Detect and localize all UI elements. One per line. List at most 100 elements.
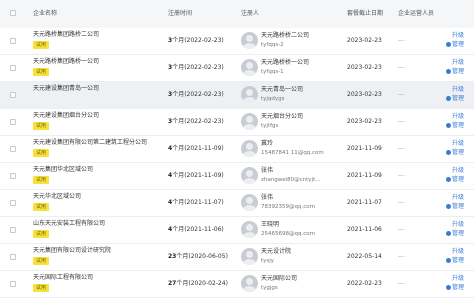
- header-company: 企业名称: [33, 10, 58, 17]
- row-checkbox[interactable]: [10, 92, 16, 98]
- manage-link[interactable]: 管理: [445, 41, 464, 49]
- table-row[interactable]: 天元华北区域公司 试用 4个月(2021-11-07) 张伟 78392359@qq.c…: [0, 190, 474, 217]
- row-checkbox[interactable]: [10, 119, 16, 125]
- trial-badge: 试用: [33, 284, 50, 292]
- table-row[interactable]: 山东天元安装工程有限公司 试用 4个月(2021-11-06) 王晓明 25465698…: [0, 217, 474, 244]
- manage-link[interactable]: 管理: [445, 230, 464, 238]
- table-row[interactable]: 天元路桥集团路桥二公司 试用 3个月(2022-02-23) 天元路桥桥二公司 tyfq…: [0, 28, 474, 55]
- company-name: 山东天元安装工程有限公司: [33, 220, 106, 227]
- row-checkbox[interactable]: [10, 65, 16, 71]
- row-checkbox[interactable]: [10, 173, 16, 179]
- upgrade-link[interactable]: 升级: [452, 113, 464, 121]
- manage-link[interactable]: 管理: [445, 257, 464, 265]
- header-operators: 企业运营人员: [398, 10, 435, 17]
- manage-label: 管理: [451, 230, 464, 237]
- row-checkbox[interactable]: [10, 200, 16, 206]
- avatar-body-shape: [243, 232, 256, 238]
- duration-date: 个月(2022-02-23): [172, 37, 224, 44]
- registrant-account: 15487841 11@qq.com: [261, 150, 324, 156]
- manage-link[interactable]: 管理: [445, 95, 464, 103]
- registration-time: 27个月(2020-02-24): [168, 280, 228, 288]
- avatar: [241, 194, 258, 211]
- manage-link[interactable]: 管理: [445, 122, 464, 130]
- avatar: [241, 86, 258, 103]
- operators-value: ---: [398, 118, 405, 125]
- registrant-name: 王晓明: [261, 221, 280, 228]
- header-expiry: 套餐截止日期: [347, 10, 384, 17]
- upgrade-link[interactable]: 升级: [452, 140, 464, 148]
- settings-icon: [445, 69, 451, 74]
- settings-icon: [445, 150, 451, 155]
- registrant-name: 天元国际公司: [261, 275, 298, 282]
- avatar-body-shape: [243, 259, 256, 265]
- company-name: 天元集团华北区域公司: [33, 166, 94, 173]
- settings-icon: [445, 204, 451, 209]
- company-name: 天元集团有限公司设计研究院: [33, 247, 112, 254]
- registrant-account: 78392359@qq.com: [261, 204, 315, 210]
- upgrade-link[interactable]: 升级: [452, 59, 464, 67]
- table-row[interactable]: 天元集团华北区域公司 试用 4个月(2021-11-09) 张伟 zhangwei80@…: [0, 163, 474, 190]
- registrant-name: 冀玲: [261, 140, 274, 147]
- registrant-account: zhangwei80@cntyjt...: [261, 177, 321, 183]
- upgrade-link[interactable]: 升级: [452, 248, 464, 256]
- operators-value: ---: [398, 91, 405, 98]
- trial-badge: 试用: [33, 257, 50, 265]
- table-row[interactable]: 天元建设集团烟台分公司 试用 3个月(2022-02-23) 天元烟台分公司 tyjtf…: [0, 109, 474, 136]
- table-row[interactable]: 天元集团有限公司设计研究院 试用 23个月(2020-06-05) 天元设计院 tysj…: [0, 244, 474, 271]
- expiry-date: 2021-11-09: [347, 172, 382, 179]
- trial-badge: 试用: [33, 149, 50, 157]
- manage-link[interactable]: 管理: [445, 68, 464, 76]
- trial-badge: 试用: [33, 176, 50, 184]
- upgrade-link[interactable]: 升级: [452, 221, 464, 229]
- company-name: 天元路桥集团路桥一公司: [33, 58, 100, 65]
- manage-link[interactable]: 管理: [445, 176, 464, 184]
- registrant-name: 天元青岛一公司: [261, 86, 304, 93]
- upgrade-link[interactable]: 升级: [452, 275, 464, 283]
- trial-badge: 试用: [33, 122, 50, 130]
- upgrade-link[interactable]: 升级: [452, 167, 464, 175]
- avatar-body-shape: [243, 286, 256, 292]
- row-checkbox[interactable]: [10, 227, 16, 233]
- upgrade-link[interactable]: 升级: [452, 86, 464, 94]
- registrant-account: tygjgs: [261, 285, 278, 291]
- trial-badge: 试用: [33, 68, 50, 76]
- row-checkbox[interactable]: [10, 38, 16, 44]
- upgrade-link[interactable]: 升级: [452, 194, 464, 202]
- operators-value: ---: [398, 253, 405, 260]
- avatar-head-shape: [246, 224, 253, 231]
- table-row[interactable]: 天元建设集团青岛一公司 3个月(2022-02-23) 天元青岛一公司 tyjqdyg…: [0, 82, 474, 109]
- table-row[interactable]: 天元路桥集团路桥一公司 试用 3个月(2022-02-23) 天元路桥桥一公司 tyfq…: [0, 55, 474, 82]
- table-header: 企业名称 注册时间 注册人 套餐截止日期 企业运营人员: [0, 0, 474, 29]
- avatar-body-shape: [243, 43, 256, 49]
- registrant-account: tysjy: [261, 258, 275, 264]
- company-name: 天元华北区域公司: [33, 193, 82, 200]
- row-checkbox[interactable]: [10, 254, 16, 260]
- manage-link[interactable]: 管理: [445, 149, 464, 157]
- upgrade-link[interactable]: 升级: [452, 32, 464, 40]
- manage-label: 管理: [451, 68, 464, 75]
- table-row[interactable]: 天元国际工程有限公司 试用 27个月(2020-02-24) 天元国际公司 tygjgs…: [0, 271, 474, 298]
- manage-label: 管理: [451, 41, 464, 48]
- operators-value: ---: [398, 199, 405, 206]
- header-reg-time: 注册时间: [168, 10, 193, 17]
- manage-link[interactable]: 管理: [445, 203, 464, 211]
- row-checkbox[interactable]: [10, 281, 16, 287]
- table-row[interactable]: 天元建设集团有限公司第二建筑工程分公司 试用 4个月(2021-11-09) 冀玲 15…: [0, 136, 474, 163]
- avatar-head-shape: [246, 116, 253, 123]
- avatar: [241, 32, 258, 49]
- manage-label: 管理: [451, 203, 464, 210]
- row-checkbox[interactable]: [10, 146, 16, 152]
- avatar-head-shape: [246, 278, 253, 285]
- trial-badge: 试用: [33, 230, 50, 238]
- avatar-head-shape: [246, 251, 253, 258]
- manage-label: 管理: [451, 95, 464, 102]
- settings-icon: [445, 42, 451, 47]
- avatar-head-shape: [246, 89, 253, 96]
- avatar: [241, 221, 258, 238]
- registration-time: 3个月(2022-02-23): [168, 118, 224, 126]
- operators-value: ---: [398, 37, 405, 44]
- avatar: [241, 167, 258, 184]
- operators-value: ---: [398, 145, 405, 152]
- select-all-checkbox[interactable]: [10, 10, 16, 16]
- manage-link[interactable]: 管理: [445, 284, 464, 292]
